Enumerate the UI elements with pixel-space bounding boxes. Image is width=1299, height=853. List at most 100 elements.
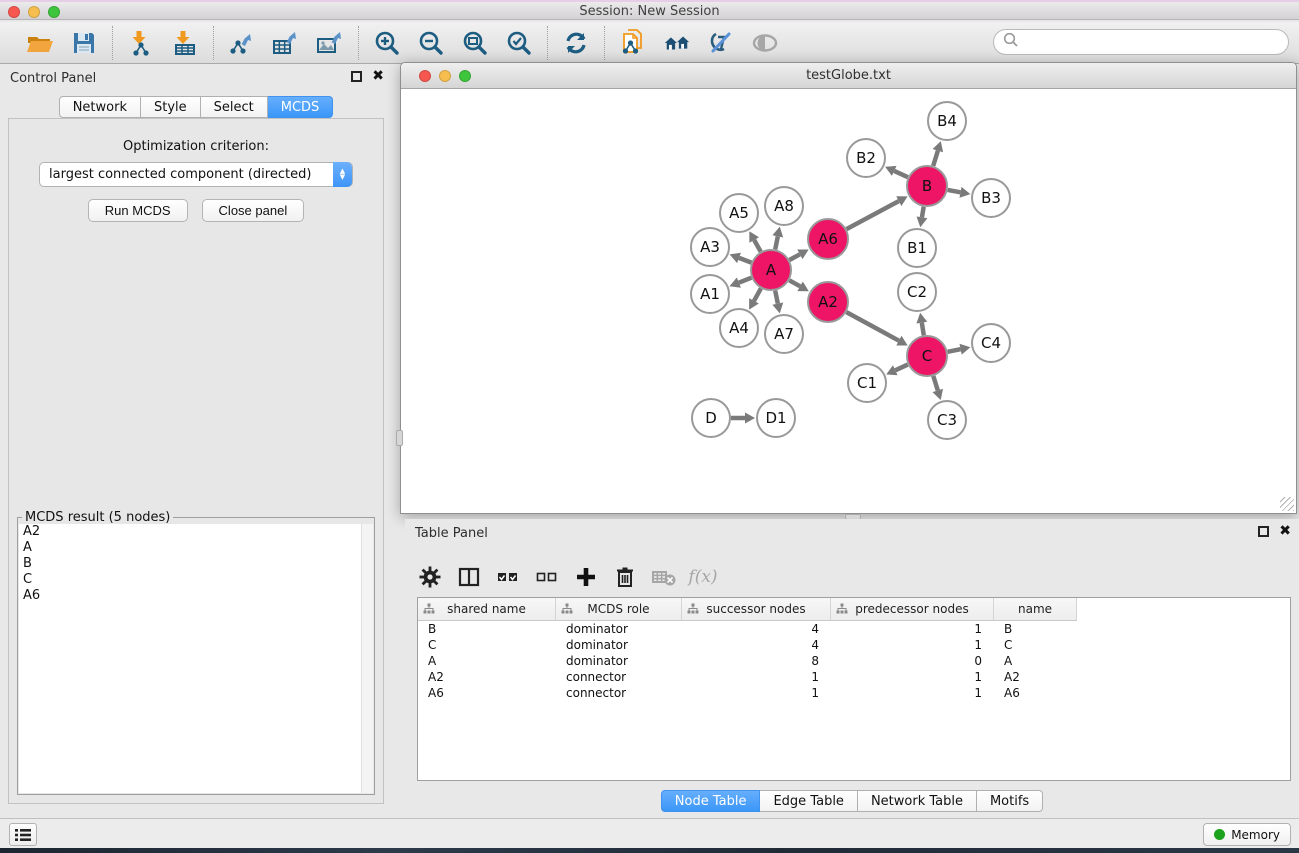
control-panel-title: Control Panel — [10, 71, 96, 86]
graph-edge-arrow — [960, 187, 971, 198]
memory-button[interactable]: Memory — [1203, 823, 1291, 846]
graph-edge-B-B2[interactable] — [894, 171, 908, 177]
graph-edge-C-C2[interactable] — [922, 323, 924, 336]
table-row[interactable]: A2connector11A2 — [418, 669, 1290, 685]
open-file-icon[interactable] — [26, 29, 54, 57]
memory-label: Memory — [1231, 828, 1280, 842]
vertical-splitter-handle[interactable] — [396, 430, 403, 446]
network-from-selection-icon[interactable] — [619, 29, 647, 57]
cell-name: A6 — [994, 685, 1077, 701]
tab-mcds[interactable]: MCDS — [268, 96, 334, 118]
graph-edge-A-A7[interactable] — [775, 291, 778, 304]
column-header-MCDS-role[interactable]: MCDS role — [556, 598, 682, 621]
graph-edge-arrow — [745, 413, 755, 424]
home-icon[interactable] — [663, 29, 691, 57]
float-panel-icon[interactable] — [351, 71, 362, 82]
mcds-panel: Optimization criterion: largest connecte… — [8, 118, 384, 804]
table-options-gear-icon[interactable] — [417, 564, 443, 590]
column-header-successor-nodes[interactable]: successor nodes — [682, 598, 831, 621]
result-list-item[interactable]: A6 — [19, 588, 373, 604]
import-table-icon[interactable] — [171, 29, 199, 57]
graph-edge-A-A1[interactable] — [739, 278, 752, 283]
result-list-item[interactable]: C — [19, 572, 373, 588]
graph-edge-A-A2[interactable] — [789, 280, 800, 286]
cell-MCDS-role: dominator — [556, 637, 682, 653]
add-column-icon[interactable] — [573, 564, 599, 590]
search-field[interactable] — [1020, 32, 1288, 52]
graph-edge-C-C3[interactable] — [933, 376, 938, 390]
save-session-icon[interactable] — [70, 29, 98, 57]
column-header-predecessor-nodes[interactable]: predecessor nodes — [831, 598, 994, 621]
unselect-all-rows-icon[interactable] — [534, 564, 560, 590]
tab-edge-table[interactable]: Edge Table — [760, 790, 857, 812]
hide-graphics-details-icon[interactable] — [707, 29, 735, 57]
export-image-icon[interactable] — [316, 29, 344, 57]
select-all-rows-icon[interactable] — [495, 564, 521, 590]
zoom-in-icon[interactable] — [373, 29, 401, 57]
graph-edge-A-A4[interactable] — [754, 288, 761, 301]
graph-edge-A-A3[interactable] — [739, 258, 751, 263]
window-titlebar: Session: New Session — [0, 0, 1299, 20]
graph-edge-C-C1[interactable] — [895, 365, 908, 371]
graph-edge-A6-B[interactable] — [847, 201, 899, 229]
delete-columns-icon[interactable] — [612, 564, 638, 590]
graph-edge-B-B1[interactable] — [922, 207, 924, 218]
network-zoom-button[interactable] — [459, 70, 471, 82]
float-table-panel-icon[interactable] — [1258, 526, 1269, 537]
close-panel-icon[interactable]: ✖ — [372, 71, 384, 82]
network-canvas[interactable]: B4B2BB3A8A5A6A3B1AC2A1A2A4A7C4CC1DD1C3 — [401, 89, 1296, 513]
tab-motifs[interactable]: Motifs — [977, 790, 1043, 812]
graph-edge-arrow — [933, 389, 944, 400]
graph-edge-arrow — [933, 141, 944, 152]
tab-node-table[interactable]: Node Table — [661, 790, 761, 812]
export-table-icon[interactable] — [272, 29, 300, 57]
tab-network-table[interactable]: Network Table — [858, 790, 977, 812]
cell-successor-nodes: 1 — [682, 685, 831, 701]
graph-edge-A2-C[interactable] — [846, 312, 899, 341]
graph-edge-B-B4[interactable] — [933, 151, 938, 166]
birds-eye-view-icon[interactable] — [751, 29, 779, 57]
table-row[interactable]: Bdominator41B — [418, 621, 1290, 637]
zoom-out-icon[interactable] — [417, 29, 445, 57]
graph-node-label: C4 — [981, 334, 1001, 352]
close-table-panel-icon[interactable]: ✖ — [1279, 526, 1291, 537]
network-window-controls — [419, 70, 471, 82]
network-minimize-button[interactable] — [439, 70, 451, 82]
graph-node-label: B1 — [907, 239, 927, 257]
table-row[interactable]: Adominator80A — [418, 653, 1290, 669]
search-input[interactable] — [993, 29, 1289, 55]
optimization-criterion-select[interactable]: largest connected component (directed) ▲… — [39, 162, 353, 187]
cell-predecessor-nodes: 1 — [831, 621, 994, 637]
zoom-fit-icon[interactable] — [461, 29, 489, 57]
refresh-icon[interactable] — [562, 29, 590, 57]
tab-network[interactable]: Network — [59, 96, 141, 118]
result-list-item[interactable]: B — [19, 556, 373, 572]
network-window-titlebar[interactable]: testGlobe.txt — [401, 63, 1296, 89]
close-panel-button[interactable]: Close panel — [202, 199, 305, 222]
export-network-icon[interactable] — [228, 29, 256, 57]
graph-edge-A-A5[interactable] — [754, 240, 761, 252]
result-scrollbar[interactable] — [361, 524, 373, 793]
task-history-button[interactable] — [9, 823, 37, 846]
run-mcds-button[interactable]: Run MCDS — [88, 199, 188, 222]
network-close-button[interactable] — [419, 70, 431, 82]
cell-predecessor-nodes: 0 — [831, 653, 994, 669]
result-list-item[interactable]: A2 — [19, 524, 373, 540]
graph-edge-A-A8[interactable] — [775, 236, 778, 249]
column-header-shared-name[interactable]: shared name — [418, 598, 556, 621]
table-row[interactable]: Cdominator41C — [418, 637, 1290, 653]
show-columns-icon[interactable] — [456, 564, 482, 590]
tab-style[interactable]: Style — [141, 96, 201, 118]
graph-edge-A-A6[interactable] — [789, 254, 800, 260]
table-row[interactable]: A6connector11A6 — [418, 685, 1290, 701]
import-network-icon[interactable] — [127, 29, 155, 57]
graph-edge-C-C4[interactable] — [948, 349, 961, 352]
zoom-selected-icon[interactable] — [505, 29, 533, 57]
toolbar-group — [605, 29, 793, 57]
graph-edge-B-B3[interactable] — [948, 190, 961, 192]
resize-grip-icon[interactable] — [1280, 497, 1294, 511]
column-header-name[interactable]: name — [994, 598, 1077, 621]
tab-select[interactable]: Select — [201, 96, 268, 118]
result-list-item[interactable]: A — [19, 540, 373, 556]
network-graph[interactable]: B4B2BB3A8A5A6A3B1AC2A1A2A4A7C4CC1DD1C3 — [401, 89, 1296, 513]
